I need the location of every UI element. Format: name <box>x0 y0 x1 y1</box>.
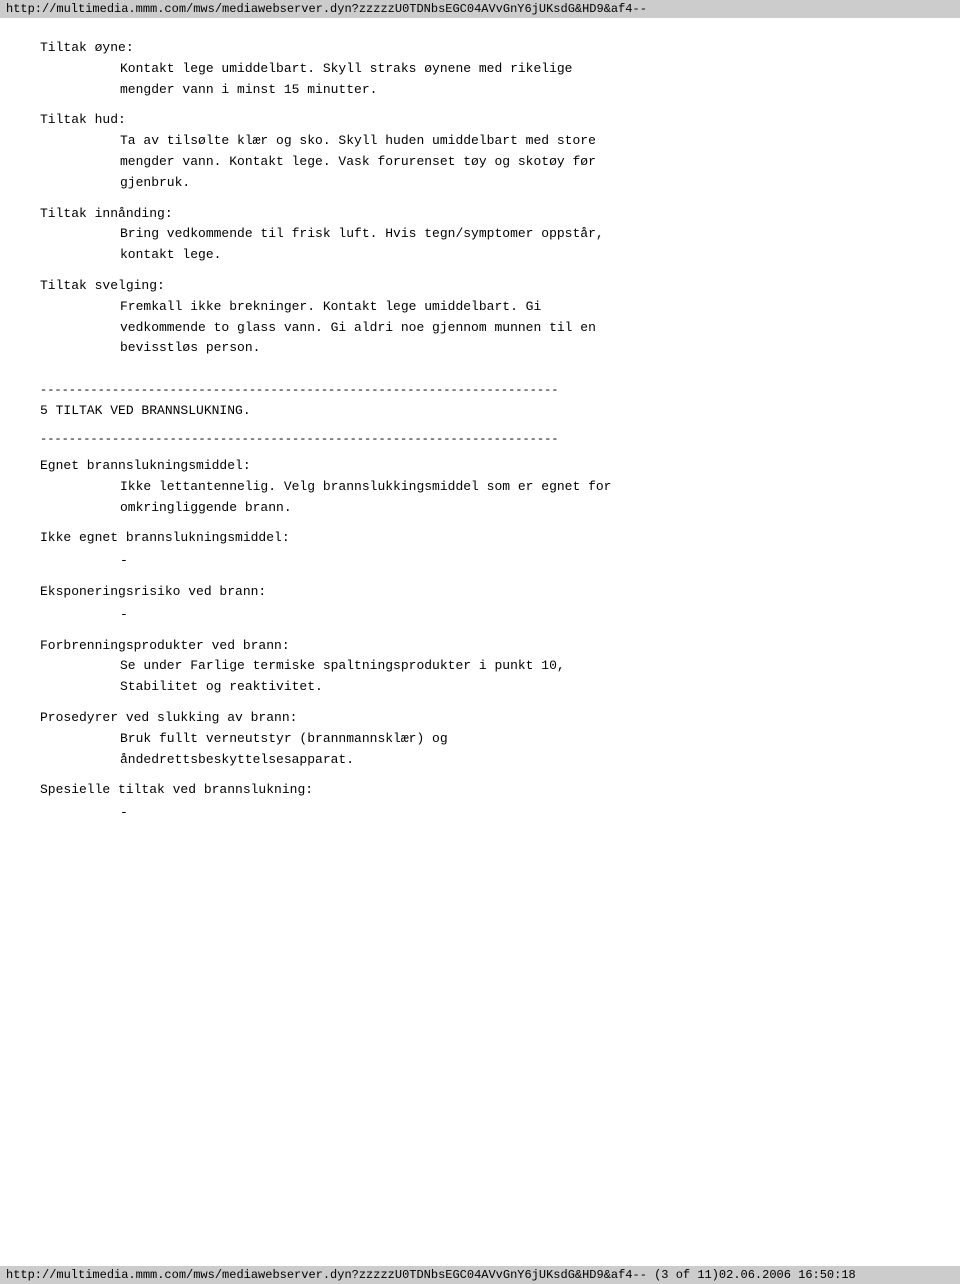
prosedyrer-section: Prosedyrer ved slukking av brann: Bruk f… <box>40 708 920 770</box>
prosedyrer-line2: åndedrettsbeskyttelsesapparat. <box>120 750 920 771</box>
eksponering-dash: - <box>120 605 920 626</box>
divider-line-1: ----------------------------------------… <box>40 383 920 397</box>
forbrenning-section: Forbrenningsprodukter ved brann: Se unde… <box>40 636 920 698</box>
ikke-egnet-dash: - <box>120 551 920 572</box>
tiltak-oyne-section: Tiltak øyne: Kontakt lege umiddelbart. S… <box>40 38 920 100</box>
eksponering-section: Eksponeringsrisiko ved brann: - <box>40 582 920 626</box>
ikke-egnet-section: Ikke egnet brannslukningsmiddel: - <box>40 528 920 572</box>
egnet-line1: Ikke lettantennelig. Velg brannslukkings… <box>120 477 920 498</box>
section5-title: 5 TILTAK VED BRANNSLUKNING. <box>40 401 920 422</box>
top-bar: http://multimedia.mmm.com/mws/mediawebse… <box>0 0 960 18</box>
spesielle-dash: - <box>120 803 920 824</box>
tiltak-svelging-line3: bevisstløs person. <box>120 338 920 359</box>
forbrenning-line1: Se under Farlige termiske spaltningsprod… <box>120 656 920 677</box>
tiltak-innanding-section: Tiltak innånding: Bring vedkommende til … <box>40 204 920 266</box>
tiltak-svelging-title: Tiltak svelging: <box>40 276 920 297</box>
prosedyrer-line1: Bruk fullt verneutstyr (brannmannsklær) … <box>120 729 920 750</box>
egnet-title: Egnet brannslukningsmiddel: <box>40 456 920 477</box>
url-text: http://multimedia.mmm.com/mws/mediawebse… <box>6 2 647 16</box>
tiltak-innanding-line2: kontakt lege. <box>120 245 920 266</box>
tiltak-oyne-line1: Kontakt lege umiddelbart. Skyll straks ø… <box>120 59 920 80</box>
tiltak-svelging-line1: Fremkall ikke brekninger. Kontakt lege u… <box>120 297 920 318</box>
tiltak-hud-section: Tiltak hud: Ta av tilsølte klær og sko. … <box>40 110 920 193</box>
tiltak-oyne-line2: mengder vann i minst 15 minutter. <box>120 80 920 101</box>
ikke-egnet-title: Ikke egnet brannslukningsmiddel: <box>40 528 920 549</box>
tiltak-innanding-line1: Bring vedkommende til frisk luft. Hvis t… <box>120 224 920 245</box>
prosedyrer-title: Prosedyrer ved slukking av brann: <box>40 708 920 729</box>
egnet-line2: omkringliggende brann. <box>120 498 920 519</box>
egnet-section: Egnet brannslukningsmiddel: Ikke lettant… <box>40 456 920 518</box>
bottom-bar-text: http://multimedia.mmm.com/mws/mediawebse… <box>6 1268 856 1282</box>
forbrenning-title: Forbrenningsprodukter ved brann: <box>40 636 920 657</box>
spesielle-section: Spesielle tiltak ved brannslukning: - <box>40 780 920 824</box>
divider-line-2: ----------------------------------------… <box>40 432 920 446</box>
tiltak-svelging-line2: vedkommende to glass vann. Gi aldri noe … <box>120 318 920 339</box>
bottom-bar: http://multimedia.mmm.com/mws/mediawebse… <box>0 1266 960 1284</box>
tiltak-hud-line3: gjenbruk. <box>120 173 920 194</box>
eksponering-title: Eksponeringsrisiko ved brann: <box>40 582 920 603</box>
spesielle-title: Spesielle tiltak ved brannslukning: <box>40 780 920 801</box>
tiltak-hud-title: Tiltak hud: <box>40 110 920 131</box>
tiltak-oyne-title: Tiltak øyne: <box>40 38 920 59</box>
tiltak-hud-line1: Ta av tilsølte klær og sko. Skyll huden … <box>120 131 920 152</box>
forbrenning-line2: Stabilitet og reaktivitet. <box>120 677 920 698</box>
tiltak-hud-line2: mengder vann. Kontakt lege. Vask foruren… <box>120 152 920 173</box>
tiltak-svelging-section: Tiltak svelging: Fremkall ikke brekninge… <box>40 276 920 359</box>
tiltak-innanding-title: Tiltak innånding: <box>40 204 920 225</box>
